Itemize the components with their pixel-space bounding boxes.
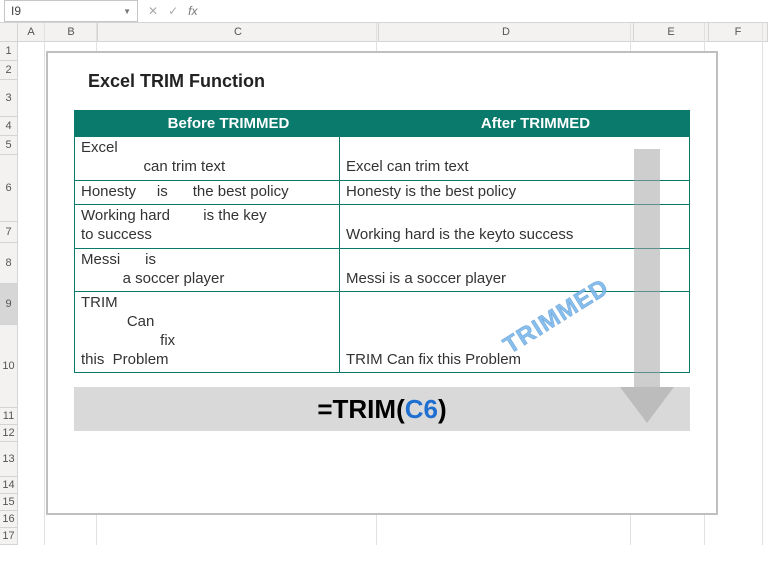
formula-display: =TRIM(C6)	[74, 387, 690, 431]
page-title: Excel TRIM Function	[48, 53, 716, 110]
row-header[interactable]: 6	[0, 155, 18, 222]
formula-ref: C6	[405, 394, 438, 425]
trim-table: Before TRIMMED After TRIMMED Excel can t…	[74, 110, 690, 373]
row-headers: 1234567891011121314151617	[0, 23, 18, 545]
content-card: Excel TRIM Function Before TRIMMED After…	[46, 51, 718, 515]
row-header[interactable]: 14	[0, 477, 18, 494]
cancel-icon[interactable]: ✕	[148, 4, 158, 18]
cell-before: TRIM Can fix this Problem	[75, 292, 340, 372]
cell-before: Excel can trim text	[75, 137, 340, 180]
row-header[interactable]: 10	[0, 325, 18, 408]
formula-suffix: )	[438, 394, 447, 425]
row-header[interactable]: 3	[0, 80, 18, 117]
select-all-corner[interactable]	[0, 23, 18, 42]
row-header[interactable]: 17	[0, 528, 18, 545]
sheet-area[interactable]: ABCDEF Excel TRIM Function Before TRIMME…	[18, 23, 768, 545]
row-header[interactable]: 1	[0, 42, 18, 61]
table-row: Honesty is the best policy Honesty is th…	[75, 180, 689, 205]
table-header-row: Before TRIMMED After TRIMMED	[75, 111, 689, 136]
dropdown-icon: ▼	[123, 7, 131, 16]
row-header[interactable]: 15	[0, 494, 18, 511]
row-header[interactable]: 16	[0, 511, 18, 528]
cell-before: Messi is a soccer player	[75, 249, 340, 292]
header-after: After TRIMMED	[382, 111, 689, 136]
row-header[interactable]: 11	[0, 408, 18, 425]
enter-icon[interactable]: ✓	[168, 4, 178, 18]
row-header[interactable]: 2	[0, 61, 18, 80]
row-header[interactable]: 9	[0, 284, 18, 325]
row-header[interactable]: 7	[0, 222, 18, 243]
cell-before: Honesty is the best policy	[75, 181, 340, 205]
spreadsheet-grid: 1234567891011121314151617 ABCDEF Excel T…	[0, 23, 768, 545]
table-row: Working hard is the key to success Worki…	[75, 204, 689, 248]
cell-before: Working hard is the key to success	[75, 205, 340, 248]
row-header[interactable]: 13	[0, 442, 18, 477]
row-header[interactable]: 12	[0, 425, 18, 442]
formula-bar-row: I9 ▼ ✕ ✓ fx	[0, 0, 768, 23]
header-before: Before TRIMMED	[75, 111, 382, 136]
down-arrow-graphic	[626, 149, 668, 429]
fx-icon[interactable]: fx	[188, 4, 197, 18]
row-header[interactable]: 5	[0, 136, 18, 155]
row-header[interactable]: 8	[0, 243, 18, 284]
formula-prefix: =TRIM(	[317, 394, 404, 425]
name-box-value: I9	[11, 4, 21, 18]
row-header[interactable]: 4	[0, 117, 18, 136]
table-row: Excel can trim text Excel can trim text	[75, 136, 689, 180]
formula-bar-controls: ✕ ✓ fx	[138, 4, 207, 18]
name-box[interactable]: I9 ▼	[4, 0, 138, 22]
